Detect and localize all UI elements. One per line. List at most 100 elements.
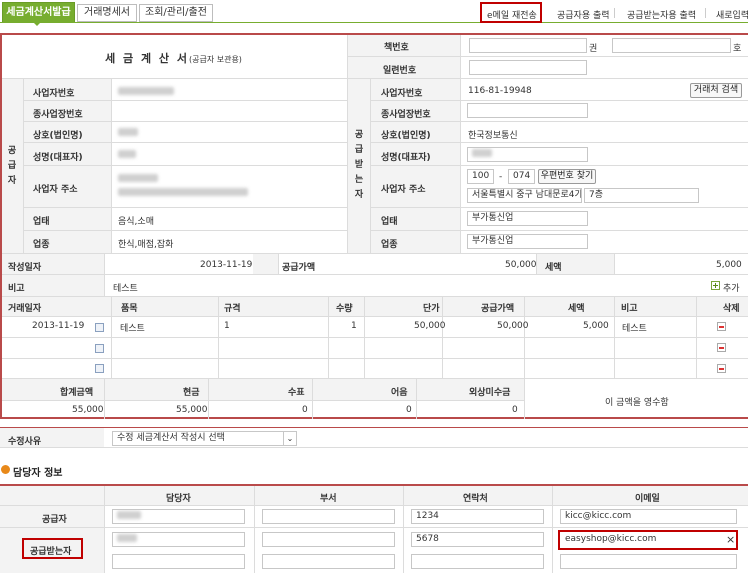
col-price: 단가	[423, 304, 440, 314]
row1-qty[interactable]: 1	[351, 321, 357, 331]
print-receiver-link[interactable]: 공급받는자용 출력	[627, 8, 696, 21]
new-input-link[interactable]: 새로입력	[716, 8, 748, 21]
receiver-business-item-label: 업종	[381, 240, 398, 250]
receipt-text: 이 금액을 영수함	[605, 398, 669, 408]
divider	[371, 142, 748, 143]
divider	[614, 254, 615, 274]
row1-price[interactable]: 50,000	[414, 321, 446, 331]
clear-icon[interactable]: ×	[726, 533, 735, 546]
divider	[24, 165, 347, 166]
calendar-icon[interactable]	[95, 364, 104, 373]
divider	[104, 254, 105, 296]
contact-supplier-label: 공급자	[42, 515, 67, 525]
book-no-input[interactable]	[469, 38, 587, 53]
receiver-manager-input[interactable]	[112, 532, 245, 547]
zip2-input[interactable]: 074	[508, 169, 535, 184]
supplier-business-type-label: 업태	[33, 217, 50, 227]
supplier-side-label: 공급자	[7, 146, 17, 186]
supplier-address-label: 사업자 주소	[33, 185, 78, 195]
divider	[371, 100, 748, 101]
zip1-input[interactable]: 100	[467, 169, 494, 184]
note-bill-label: 어음	[391, 388, 408, 398]
tab-tax-invoice[interactable]: 세금계산서발급	[2, 2, 75, 23]
calendar-icon[interactable]	[95, 344, 104, 353]
divider	[371, 121, 748, 122]
total-label: 합계금액	[60, 388, 94, 398]
modify-reason-select[interactable]: 수정 세금계산서 작성시 선택	[112, 431, 297, 446]
receiver-reg-no-label: 사업자번호	[381, 89, 423, 99]
contact-receiver-label: 공급받는자	[30, 547, 72, 557]
receiver-company: 한국정보통신	[468, 131, 518, 141]
chevron-down-icon[interactable]: ⌄	[283, 432, 296, 445]
contacts-title: 담당자 정보	[13, 468, 63, 479]
supplier-dept-input[interactable]	[262, 509, 395, 524]
receiver-business-type-input[interactable]: 부가통신업	[467, 211, 588, 226]
print-supplier-link[interactable]: 공급자용 출력	[557, 8, 610, 21]
receiver-company-label: 상호(법인명)	[381, 131, 431, 141]
supplier-manager-input[interactable]	[112, 509, 245, 524]
client-search-button[interactable]: 거래처 검색	[690, 83, 742, 98]
receiver-ceo-input[interactable]	[467, 147, 588, 162]
note-bill-value: 0	[406, 405, 412, 415]
receiver-business-item-input[interactable]: 부가통신업	[467, 234, 588, 249]
zip-search-button[interactable]: 우편번호 찾기	[538, 169, 596, 184]
row1-tax[interactable]: 5,000	[583, 321, 609, 331]
col-email: 이메일	[635, 494, 660, 504]
extra-email-input[interactable]	[560, 554, 737, 569]
col-manager: 담당자	[166, 494, 191, 504]
receiver-dept-input[interactable]	[262, 532, 395, 547]
address1-input[interactable]: 서울특별시 중구 남대문로4가	[467, 188, 582, 203]
divider	[254, 486, 255, 573]
divider	[111, 79, 112, 253]
email-resend-link[interactable]: e메일 재전송	[487, 8, 537, 21]
supplier-reg-no-label: 사업자번호	[33, 89, 75, 99]
receiver-email-input[interactable]: easyshop@kicc.com	[561, 533, 735, 548]
supply-amount-label: 공급가액	[282, 263, 316, 273]
row1-spec[interactable]: 1	[224, 321, 230, 331]
address2-input[interactable]: 7층	[584, 188, 699, 203]
row1-date[interactable]: 2013-11-19	[32, 321, 84, 331]
add-row-icon[interactable]	[711, 281, 720, 290]
receiver-sub-reg-label: 종사업장번호	[381, 110, 431, 120]
issue-unit-label: 호	[733, 44, 742, 54]
col-date: 거래일자	[8, 304, 42, 314]
book-issue-input[interactable]	[612, 38, 731, 53]
row1-note[interactable]: 테스트	[622, 321, 647, 334]
divider	[24, 100, 347, 101]
credit-value: 0	[512, 405, 518, 415]
extra-dept-input[interactable]	[262, 554, 395, 569]
extra-phone-input[interactable]	[411, 554, 544, 569]
masked-value	[118, 128, 138, 136]
delete-row-icon[interactable]	[717, 343, 726, 352]
divider	[0, 505, 748, 506]
divider	[104, 379, 105, 419]
supplier-business-item: 한식,매점,잡화	[118, 240, 174, 250]
delete-row-icon[interactable]	[717, 364, 726, 373]
row1-supply[interactable]: 50,000	[497, 321, 529, 331]
serial-no-input[interactable]	[469, 60, 587, 75]
delete-row-icon[interactable]	[717, 322, 726, 331]
receiver-sub-reg-input[interactable]	[467, 103, 588, 118]
tab-manage[interactable]: 조회/관리/출전	[139, 4, 213, 22]
divider	[371, 207, 748, 208]
divider	[24, 142, 347, 143]
divider	[208, 379, 209, 419]
divider	[403, 486, 404, 573]
receiver-phone-input[interactable]: 5678	[411, 532, 544, 547]
row1-item[interactable]: 테스트	[120, 321, 145, 334]
supplier-ceo-label: 성명(대표자)	[33, 153, 83, 163]
tab-statement[interactable]: 거래명세서	[77, 4, 137, 22]
add-row-label[interactable]: 추가	[723, 281, 740, 294]
divider	[312, 379, 313, 419]
total-value: 55,000	[72, 405, 104, 415]
calendar-icon[interactable]	[95, 323, 104, 332]
extra-manager-input[interactable]	[112, 554, 245, 569]
divider	[371, 165, 748, 166]
supplier-email-input[interactable]: kicc@kicc.com	[560, 509, 737, 524]
serial-no-label: 일련번호	[383, 66, 417, 76]
col-phone: 연락처	[463, 494, 488, 504]
supplier-phone-input[interactable]: 1234	[411, 509, 544, 524]
masked-value	[118, 87, 174, 95]
divider	[24, 230, 347, 231]
zip-dash: -	[499, 172, 503, 182]
